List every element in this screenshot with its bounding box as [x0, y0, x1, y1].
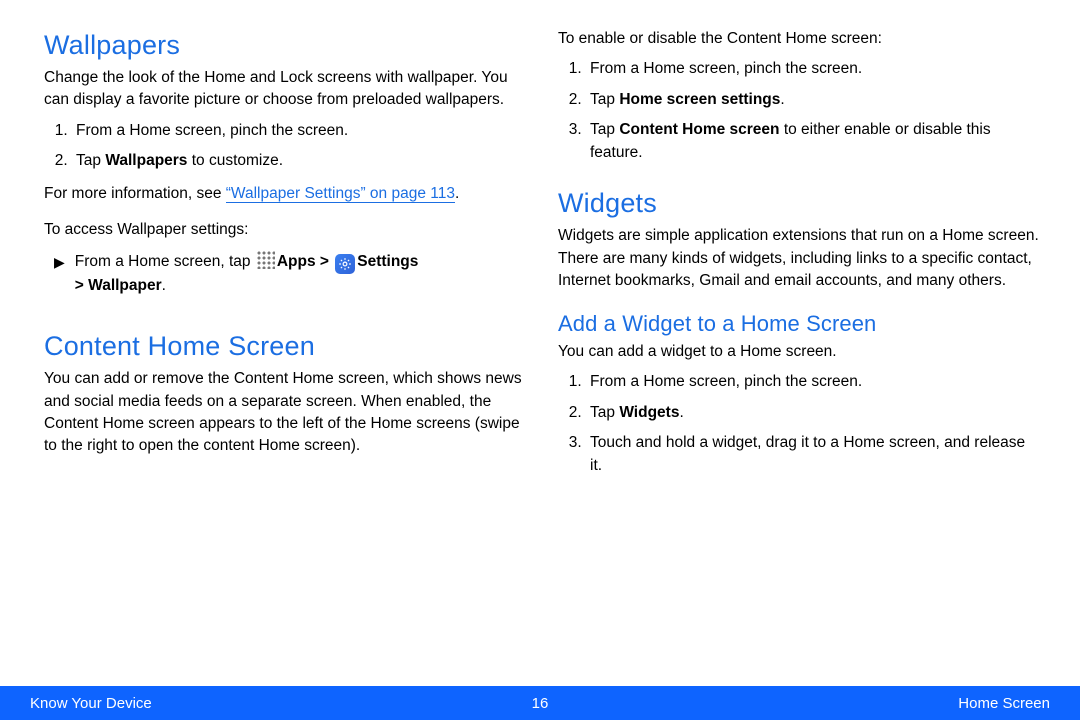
heading-widgets: Widgets — [558, 188, 1040, 219]
text-bold: Home screen settings — [619, 91, 780, 108]
text: to customize. — [187, 152, 283, 169]
text-bold: > — [75, 277, 88, 294]
add-widget-steps: From a Home screen, pinch the screen. Ta… — [558, 371, 1040, 477]
step-item: Tap Home screen settings. — [586, 89, 1040, 111]
text: For more information, see — [44, 185, 226, 202]
right-column: To enable or disable the Content Home sc… — [558, 28, 1040, 487]
heading-wallpapers: Wallpapers — [44, 30, 526, 61]
path-text: From a Home screen, tap Apps > Settings >… — [75, 250, 526, 297]
step-item: Tap Widgets. — [586, 402, 1040, 424]
heading-add-widget: Add a Widget to a Home Screen — [558, 311, 1040, 337]
step-item: Touch and hold a widget, drag it to a Ho… — [586, 432, 1040, 477]
text: From a Home screen, tap — [75, 253, 255, 270]
widgets-intro: Widgets are simple application extension… — [558, 225, 1040, 292]
text: Tap — [590, 404, 619, 421]
text: . — [455, 185, 459, 202]
step-item: From a Home screen, pinch the screen. — [586, 58, 1040, 80]
text: Tap — [76, 152, 105, 169]
heading-content-home: Content Home Screen — [44, 331, 526, 362]
step-item: Tap Wallpapers to customize. — [72, 150, 526, 172]
text: . — [780, 91, 784, 108]
text: . — [679, 404, 683, 421]
footer-page-number: 16 — [532, 695, 549, 712]
step-item: From a Home screen, pinch the screen. — [72, 120, 526, 142]
enable-steps: From a Home screen, pinch the screen. Ta… — [558, 58, 1040, 164]
page: Wallpapers Change the look of the Home a… — [0, 0, 1080, 720]
footer-section-left: Know Your Device — [30, 695, 152, 712]
wallpapers-more-info: For more information, see “Wallpaper Set… — [44, 183, 526, 205]
apps-icon — [257, 251, 275, 269]
content-home-intro: You can add or remove the Content Home s… — [44, 368, 526, 458]
text-bold: Settings — [357, 253, 418, 270]
footer-section-right: Home Screen — [958, 695, 1050, 712]
text-bold: Apps — [277, 253, 316, 270]
wallpapers-intro: Change the look of the Home and Lock scr… — [44, 67, 526, 112]
text-bold: Content Home screen — [619, 121, 779, 138]
text: Tap — [590, 91, 619, 108]
enable-intro: To enable or disable the Content Home sc… — [558, 28, 1040, 50]
page-footer: Know Your Device 16 Home Screen — [0, 686, 1080, 720]
text-bold: Wallpapers — [105, 152, 187, 169]
wallpapers-access-label: To access Wallpaper settings: — [44, 219, 526, 241]
text: . — [162, 277, 166, 294]
link-wallpaper-settings[interactable]: “Wallpaper Settings” on page 113 — [226, 185, 455, 203]
left-column: Wallpapers Change the look of the Home a… — [44, 28, 526, 487]
step-item: From a Home screen, pinch the screen. — [586, 371, 1040, 393]
text: > — [316, 253, 334, 270]
wallpapers-access-path: ▶ From a Home screen, tap Apps > Setting… — [54, 250, 526, 297]
two-column-layout: Wallpapers Change the look of the Home a… — [0, 0, 1080, 487]
text: Tap — [590, 121, 619, 138]
text-bold: Widgets — [619, 404, 679, 421]
add-widget-intro: You can add a widget to a Home screen. — [558, 341, 1040, 363]
text-bold: Wallpaper — [88, 277, 162, 294]
settings-icon — [335, 254, 355, 274]
bullet-arrow-icon: ▶ — [54, 250, 65, 273]
step-item: Tap Content Home screen to either enable… — [586, 119, 1040, 164]
wallpapers-steps: From a Home screen, pinch the screen. Ta… — [44, 120, 526, 173]
